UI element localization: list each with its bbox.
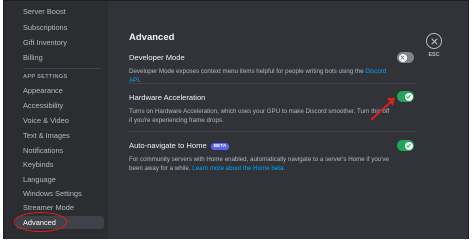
desc-text: Developer Mode exposes context menu item… [129,68,366,75]
setting-title-developer-mode: Developer Mode [129,53,185,62]
settings-window: Server Boost Subscriptions Gift Inventor… [3,0,469,240]
check-icon [406,94,411,99]
sidebar-divider [23,68,101,69]
setting-title-text: Auto-navigate to Home [129,141,207,150]
sidebar-item-windows-settings[interactable]: Windows Settings [16,187,104,200]
setting-desc-auto-navigate-home: For community servers with Home enabled,… [129,155,391,173]
x-icon [430,37,438,45]
annotation-circle [14,212,67,232]
setting-divider [129,131,415,132]
sidebar-item-voice-video[interactable]: Voice & Video [16,114,104,127]
beta-badge: BETA [210,143,230,150]
home-beta-link[interactable]: Learn more about the Home beta. [192,165,285,172]
setting-title-auto-navigate-home: Auto-navigate to Home BETA [129,141,230,150]
developer-mode-toggle[interactable] [397,52,414,63]
sidebar-item-subscriptions[interactable]: Subscriptions [16,21,104,34]
toggle-knob [404,141,413,150]
setting-divider [129,83,415,84]
sidebar-item-gift-inventory[interactable]: Gift Inventory [16,36,104,49]
page-bottom-edge [0,239,474,243]
esc-label: ESC [428,52,440,58]
setting-desc-hardware-acceleration: Turns on Hardware Acceleration, which us… [129,108,390,125]
toggle-knob [404,92,413,101]
page-title: Advanced [129,32,175,43]
settings-content: Advanced Developer Mode Developer Mode e… [108,1,468,239]
auto-navigate-home-toggle[interactable] [397,140,414,151]
sidebar-item-appearance[interactable]: Appearance [16,84,104,97]
sidebar-item-keybinds[interactable]: Keybinds [16,158,104,171]
settings-sidebar: Server Boost Subscriptions Gift Inventor… [4,1,108,239]
x-icon [400,55,405,60]
check-icon [406,143,411,148]
sidebar-item-language[interactable]: Language [16,173,104,186]
setting-title-hardware-acceleration: Hardware Acceleration [129,93,206,102]
sidebar-item-accessibility[interactable]: Accessibility [16,99,104,112]
sidebar-item-text-images[interactable]: Text & Images [16,129,104,142]
close-button[interactable] [426,33,442,49]
sidebar-item-server-boost[interactable]: Server Boost [16,5,104,18]
toggle-knob [398,53,407,62]
annotation-arrow [371,98,395,120]
sidebar-section-header: APP SETTINGS [23,74,68,80]
sidebar-item-billing[interactable]: Billing [16,51,104,64]
close-settings[interactable]: ESC [422,33,446,58]
sidebar-item-notifications[interactable]: Notifications [16,144,104,157]
